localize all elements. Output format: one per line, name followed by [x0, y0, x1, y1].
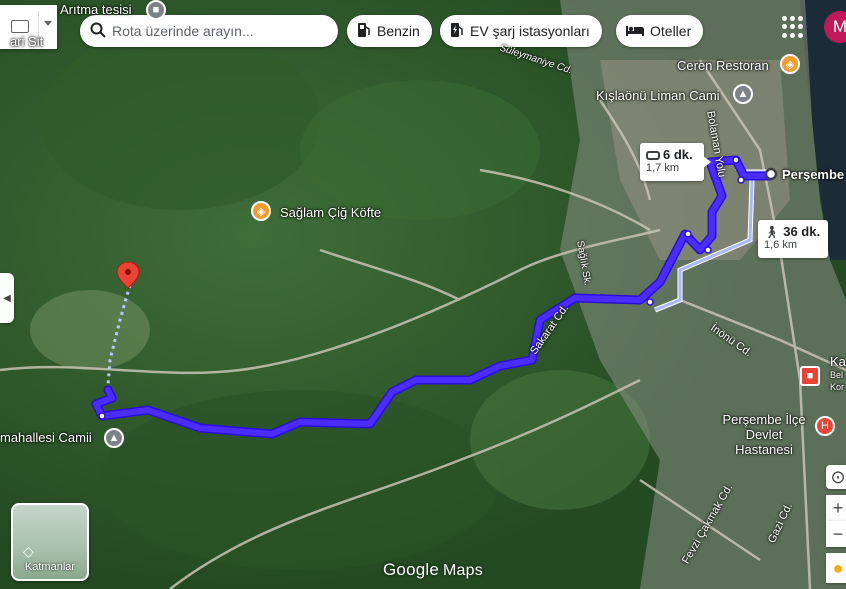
- place-label: Bel: [830, 370, 844, 380]
- my-location-button[interactable]: ⊙: [826, 465, 846, 489]
- start-label[interactable]: Perşembe: [782, 167, 844, 182]
- place-label[interactable]: Sağlam Çiğ Köfte: [280, 205, 381, 220]
- google-maps-logo: Google Maps: [383, 560, 483, 580]
- layers-label: Katmanlar: [24, 561, 76, 573]
- gas-station-icon: [357, 22, 371, 41]
- filter-chip-label: Benzin: [377, 23, 420, 39]
- filter-chip-label: Oteller: [650, 23, 692, 39]
- walk-time: 36 dk.: [783, 224, 821, 239]
- filter-chip-label: EV şarj istasyonları: [470, 23, 590, 39]
- location-target-icon: ⊙: [830, 466, 846, 487]
- layers-icon: ◇: [23, 543, 34, 559]
- car-icon: [646, 151, 660, 160]
- brand-maps: Maps: [443, 562, 483, 579]
- walking-time-callout[interactable]: 🚶︎ 36 dk. 1,6 km: [758, 220, 828, 258]
- google-apps-icon[interactable]: [782, 16, 804, 38]
- pegman-icon: ●: [832, 557, 844, 578]
- avatar-initial: M: [832, 17, 846, 36]
- place-label[interactable]: ari Sit: [10, 34, 43, 49]
- search-icon: [90, 22, 106, 41]
- walk-distance: 1,6 km: [764, 239, 798, 251]
- zoom-out-button[interactable]: −: [826, 521, 846, 547]
- hospital-icon[interactable]: H: [815, 416, 835, 436]
- place-label[interactable]: Kışlaönü Liman Cami: [596, 88, 720, 103]
- route-search-input[interactable]: Rota üzerinde arayın...: [80, 15, 338, 47]
- place-label[interactable]: Ka: [830, 354, 846, 369]
- ev-charger-icon: [450, 22, 464, 41]
- street-view-pegman[interactable]: ●: [826, 553, 846, 583]
- filter-chip-benzin[interactable]: Benzin: [347, 15, 432, 47]
- start-point-marker[interactable]: [764, 167, 778, 181]
- restaurant-icon[interactable]: ◈: [780, 54, 800, 74]
- chevron-down-icon[interactable]: [44, 21, 52, 26]
- walking-icon: 🚶︎: [764, 225, 780, 239]
- place-label[interactable]: Arıtma tesisi: [60, 2, 132, 17]
- drive-distance: 1,7 km: [646, 162, 680, 174]
- place-label[interactable]: Perşembe İlçe Devlet Hastanesi: [718, 412, 810, 457]
- drive-time: 6 dk.: [663, 147, 693, 162]
- zoom-in-button[interactable]: +: [826, 495, 846, 521]
- minus-icon: −: [832, 523, 844, 544]
- landmark-icon[interactable]: ■: [146, 0, 166, 20]
- place-label: Kor: [830, 382, 845, 392]
- plus-icon: +: [832, 497, 844, 518]
- restaurant-icon[interactable]: ◈: [251, 201, 271, 221]
- bed-icon: [626, 23, 644, 39]
- place-label[interactable]: Ceren Restoran: [677, 58, 769, 73]
- brand-google: Google: [383, 560, 440, 579]
- filter-chip-ev-charging[interactable]: EV şarj istasyonları: [440, 15, 602, 47]
- mosque-icon[interactable]: ▲: [733, 84, 753, 104]
- place-label[interactable]: mahallesi Camii: [0, 430, 92, 445]
- mosque-icon[interactable]: ▲: [104, 428, 124, 448]
- building-icon[interactable]: ■: [800, 366, 820, 386]
- filter-chip-oteller[interactable]: Oteller: [616, 15, 704, 47]
- chevron-left-icon: ◀: [3, 292, 11, 304]
- collapse-panel-button[interactable]: ◀: [0, 273, 14, 323]
- driving-time-callout[interactable]: 6 dk. 1,7 km: [640, 143, 704, 181]
- keyboard-icon: [11, 20, 29, 33]
- layers-button[interactable]: ◇ Katmanlar: [11, 503, 89, 581]
- search-placeholder: Rota üzerinde arayın...: [112, 23, 254, 39]
